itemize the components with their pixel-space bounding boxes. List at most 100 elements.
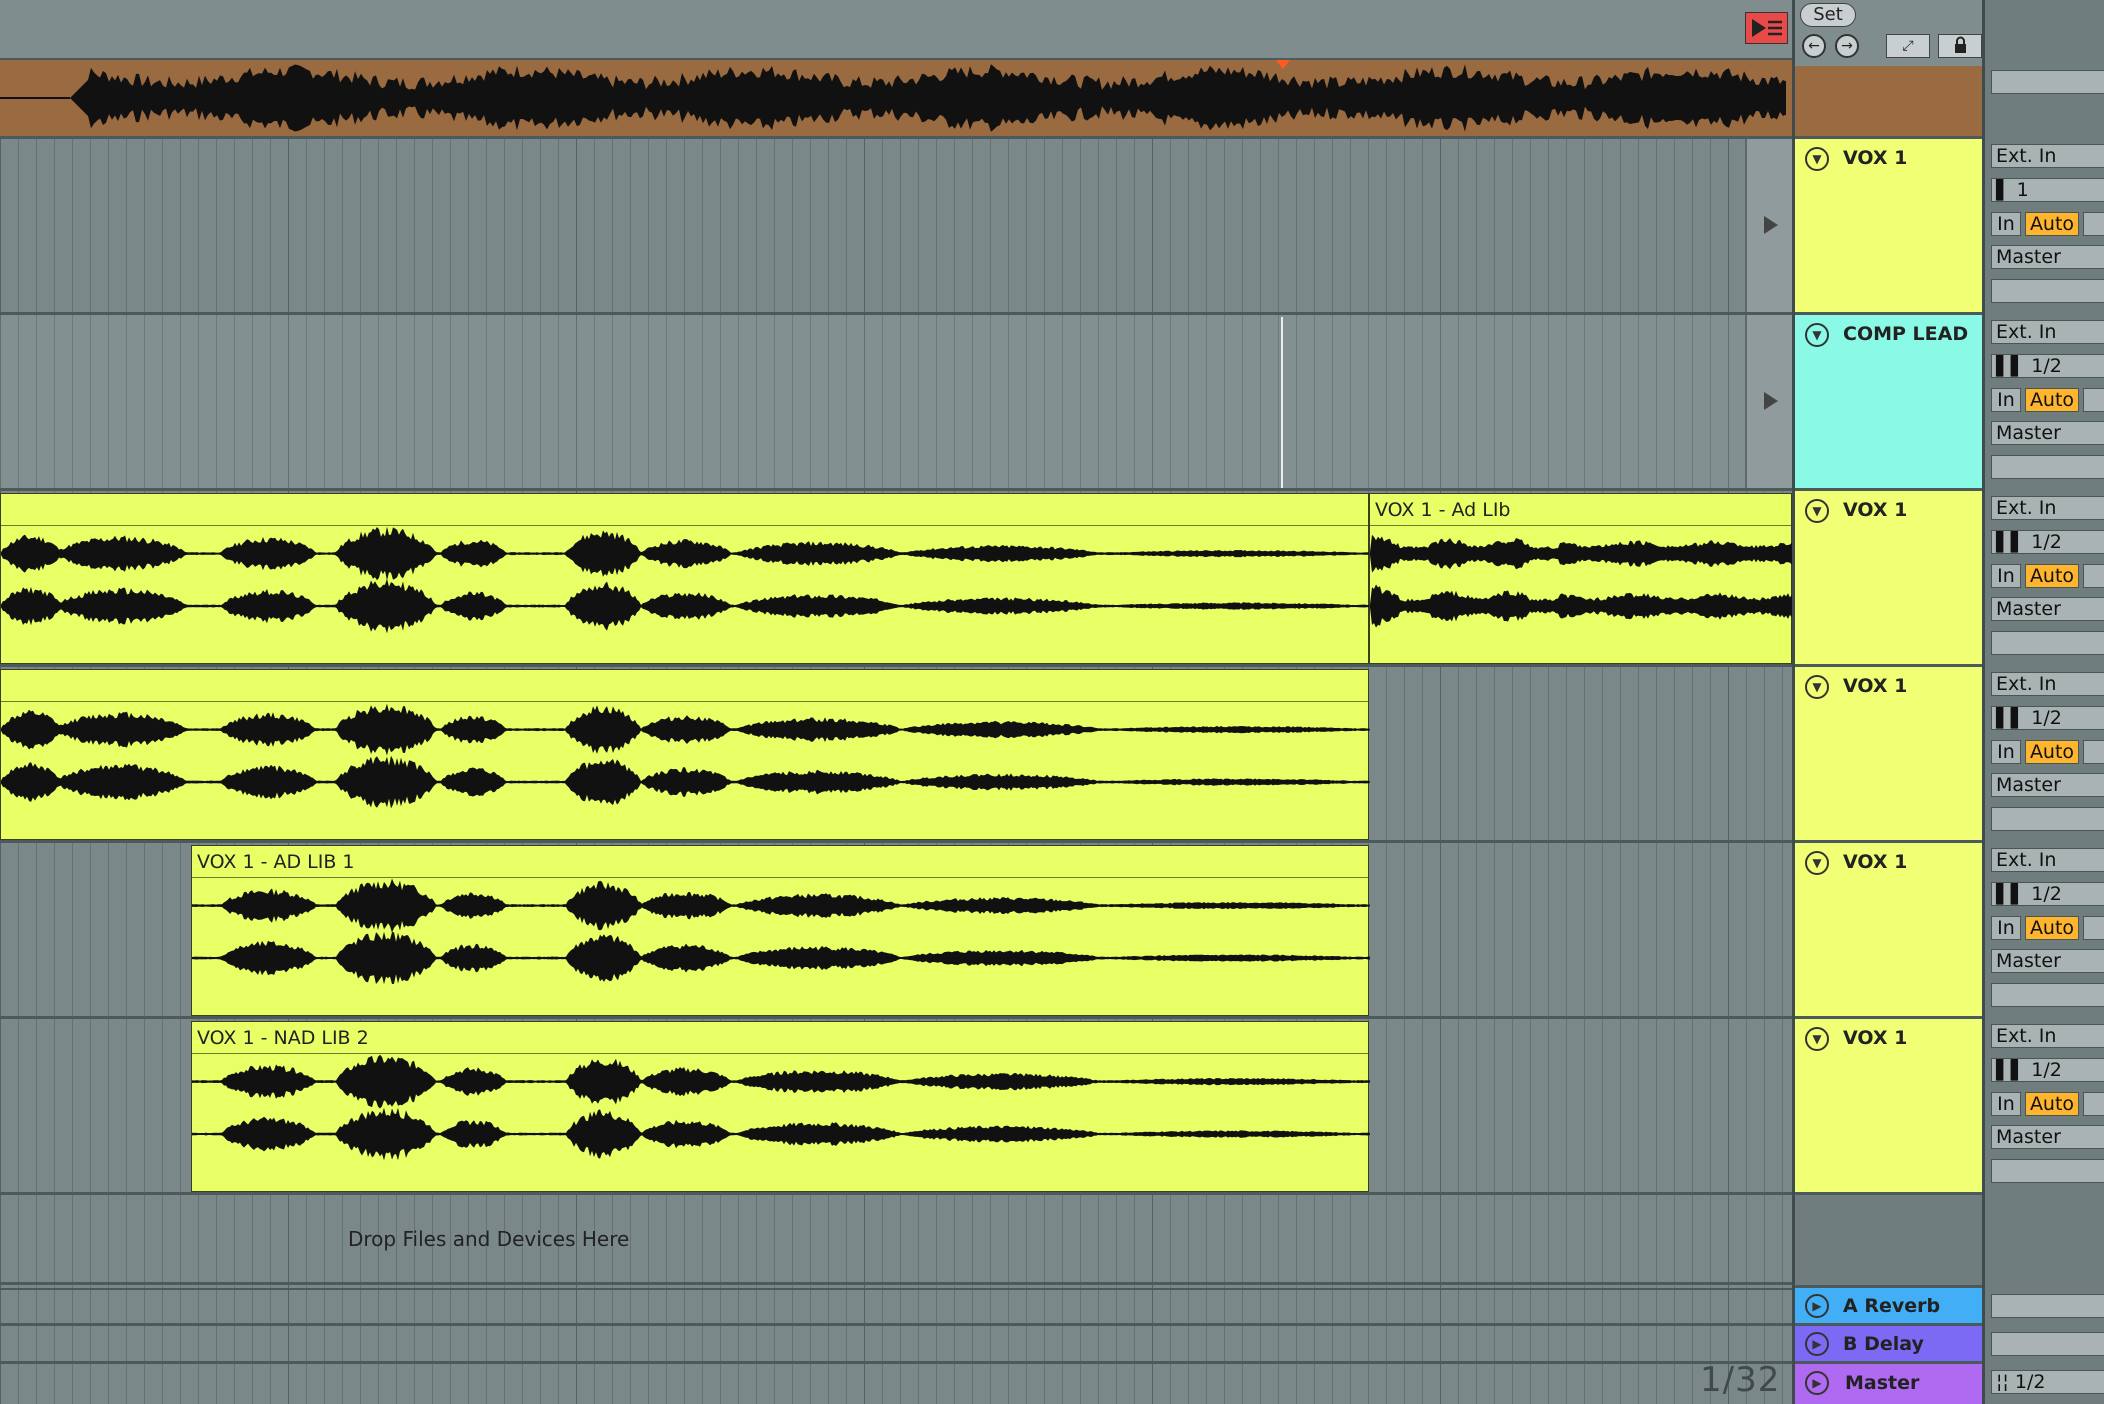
return-header-delay[interactable]: ▶ B Delay: [1795, 1326, 1982, 1364]
output-select[interactable]: Master: [1991, 949, 2104, 973]
output-select[interactable]: Master: [1991, 597, 2104, 621]
output-channel-select[interactable]: [1991, 1159, 2104, 1183]
track-1-fold-area[interactable]: [1745, 139, 1792, 312]
output-channel-select[interactable]: [1991, 983, 2104, 1007]
input-channel-select[interactable]: ▌▌ 1/2: [1991, 530, 2104, 554]
track-header-1[interactable]: ▼ VOX 1: [1795, 139, 1982, 315]
monitor-auto-button[interactable]: Auto: [2025, 1092, 2079, 1116]
play-circle-icon[interactable]: ▶: [1805, 1294, 1829, 1318]
play-triangle-icon: [1764, 392, 1778, 410]
input-type-select[interactable]: Ext. In: [1991, 672, 2104, 696]
monitor-auto-button[interactable]: Auto: [2025, 916, 2079, 940]
play-circle-icon[interactable]: ▶: [1805, 1332, 1829, 1356]
master-channel-select[interactable]: ¦¦ 1/2: [1991, 1370, 2104, 1394]
return-lane-reverb[interactable]: [0, 1288, 1792, 1326]
input-channel-select[interactable]: ▌▌ 1/2: [1991, 882, 2104, 906]
monitor-auto-button[interactable]: Auto: [2025, 740, 2079, 764]
overview-waveform[interactable]: [0, 60, 1792, 139]
follow-button[interactable]: [1745, 12, 1788, 44]
input-type-select[interactable]: Ext. In: [1991, 144, 2104, 168]
monitor-auto-button[interactable]: Auto: [2025, 388, 2079, 412]
input-type-select[interactable]: Ext. In: [1991, 320, 2104, 344]
overview-bar[interactable]: [0, 0, 1792, 60]
arrow-right-icon[interactable]: →: [1835, 34, 1859, 58]
monitor-off-button[interactable]: [2083, 740, 2104, 764]
fold-chevron-icon[interactable]: ▼: [1805, 1027, 1829, 1051]
master-header[interactable]: ▶ Master: [1795, 1364, 1982, 1404]
arrow-left-icon[interactable]: ←: [1802, 34, 1826, 58]
output-channel-select[interactable]: [1991, 279, 2104, 303]
fold-chevron-icon[interactable]: ▼: [1805, 147, 1829, 171]
monitor-in-button[interactable]: In: [1991, 1092, 2021, 1116]
monitor-off-button[interactable]: [2083, 916, 2104, 940]
return-lane-delay[interactable]: [0, 1326, 1792, 1364]
drop-zone[interactable]: Drop Files and Devices Here: [0, 1195, 1792, 1285]
arrangement-view[interactable]: VOX 1 - Ad LIb VOX 1 - AD LIB 1 VOX 1 - …: [0, 0, 1792, 1404]
track-lane-2[interactable]: [0, 315, 1792, 491]
track-name[interactable]: VOX 1: [1843, 147, 1907, 169]
master-lane[interactable]: [0, 1364, 1792, 1404]
monitor-auto-button[interactable]: Auto: [2025, 564, 2079, 588]
input-channel-select[interactable]: ▌▌ 1/2: [1991, 354, 2104, 378]
track-header-2[interactable]: ▼ COMP LEAD: [1795, 315, 1982, 491]
track-name[interactable]: COMP LEAD: [1843, 323, 1968, 345]
clip-title: VOX 1 - NAD LIB 2: [192, 1022, 1368, 1054]
track-2-fold-area[interactable]: [1745, 315, 1792, 488]
track-header-5[interactable]: ▼ VOX 1: [1795, 843, 1982, 1019]
return-name[interactable]: B Delay: [1843, 1333, 1924, 1355]
input-type-select[interactable]: Ext. In: [1991, 1024, 2104, 1048]
insert-marker: [1281, 317, 1283, 488]
return-header-reverb[interactable]: ▶ A Reverb: [1795, 1288, 1982, 1326]
output-channel-select[interactable]: [1991, 455, 2104, 479]
track-header-4[interactable]: ▼ VOX 1: [1795, 667, 1982, 843]
master-name[interactable]: Master: [1845, 1372, 1919, 1394]
playhead-marker[interactable]: [1276, 60, 1290, 69]
audio-clip-nad-lib-2[interactable]: VOX 1 - NAD LIB 2: [191, 1021, 1369, 1192]
monitor-in-button[interactable]: In: [1991, 212, 2021, 236]
input-channel-select[interactable]: ▌ 1: [1991, 178, 2104, 202]
monitor-auto-button[interactable]: Auto: [2025, 212, 2079, 236]
fold-chevron-icon[interactable]: ▼: [1805, 851, 1829, 875]
output-channel-select[interactable]: [1991, 631, 2104, 655]
output-select[interactable]: Master: [1991, 773, 2104, 797]
audio-clip-ad-lib-1[interactable]: VOX 1 - AD LIB 1: [191, 845, 1369, 1016]
input-type-select[interactable]: Ext. In: [1991, 496, 2104, 520]
play-circle-icon[interactable]: ▶: [1805, 1371, 1829, 1395]
audio-clip[interactable]: [0, 493, 1369, 664]
output-select[interactable]: Master: [1991, 245, 2104, 269]
return-name[interactable]: A Reverb: [1843, 1295, 1940, 1317]
clip-waveform: [192, 878, 1368, 1016]
track-header-6[interactable]: ▼ VOX 1: [1795, 1019, 1982, 1195]
monitor-off-button[interactable]: [2083, 388, 2104, 412]
input-channel-select[interactable]: ▌▌ 1/2: [1991, 706, 2104, 730]
track-name[interactable]: VOX 1: [1843, 499, 1907, 521]
track-header-3[interactable]: ▼ VOX 1: [1795, 491, 1982, 667]
monitor-in-button[interactable]: In: [1991, 916, 2021, 940]
output-select[interactable]: Master: [1991, 1125, 2104, 1149]
fold-chevron-icon[interactable]: ▼: [1805, 499, 1829, 523]
output-channel-select[interactable]: [1991, 807, 2104, 831]
track-name[interactable]: VOX 1: [1843, 1027, 1907, 1049]
track-lane-1[interactable]: [0, 139, 1792, 315]
pencil-icon[interactable]: ⤢: [1886, 34, 1930, 58]
grid-quantize-display[interactable]: 1/32: [1700, 1360, 1780, 1400]
monitor-in-button[interactable]: In: [1991, 740, 2021, 764]
input-channel-select[interactable]: ▌▌ 1/2: [1991, 1058, 2104, 1082]
monitor-in-button[interactable]: In: [1991, 564, 2021, 588]
monitor-off-button[interactable]: [2083, 564, 2104, 588]
return-delay-io[interactable]: [1991, 1332, 2104, 1356]
lock-icon[interactable]: [1938, 34, 1982, 58]
set-button[interactable]: Set: [1800, 3, 1856, 27]
return-reverb-io[interactable]: [1991, 1294, 2104, 1318]
monitor-in-button[interactable]: In: [1991, 388, 2021, 412]
input-type-select[interactable]: Ext. In: [1991, 848, 2104, 872]
audio-clip-ad-lib[interactable]: VOX 1 - Ad LIb: [1369, 493, 1792, 664]
monitor-off-button[interactable]: [2083, 1092, 2104, 1116]
monitor-off-button[interactable]: [2083, 212, 2104, 236]
track-name[interactable]: VOX 1: [1843, 675, 1907, 697]
audio-clip[interactable]: [0, 669, 1369, 840]
output-select[interactable]: Master: [1991, 421, 2104, 445]
track-name[interactable]: VOX 1: [1843, 851, 1907, 873]
fold-chevron-icon[interactable]: ▼: [1805, 675, 1829, 699]
fold-chevron-icon[interactable]: ▼: [1805, 323, 1829, 347]
